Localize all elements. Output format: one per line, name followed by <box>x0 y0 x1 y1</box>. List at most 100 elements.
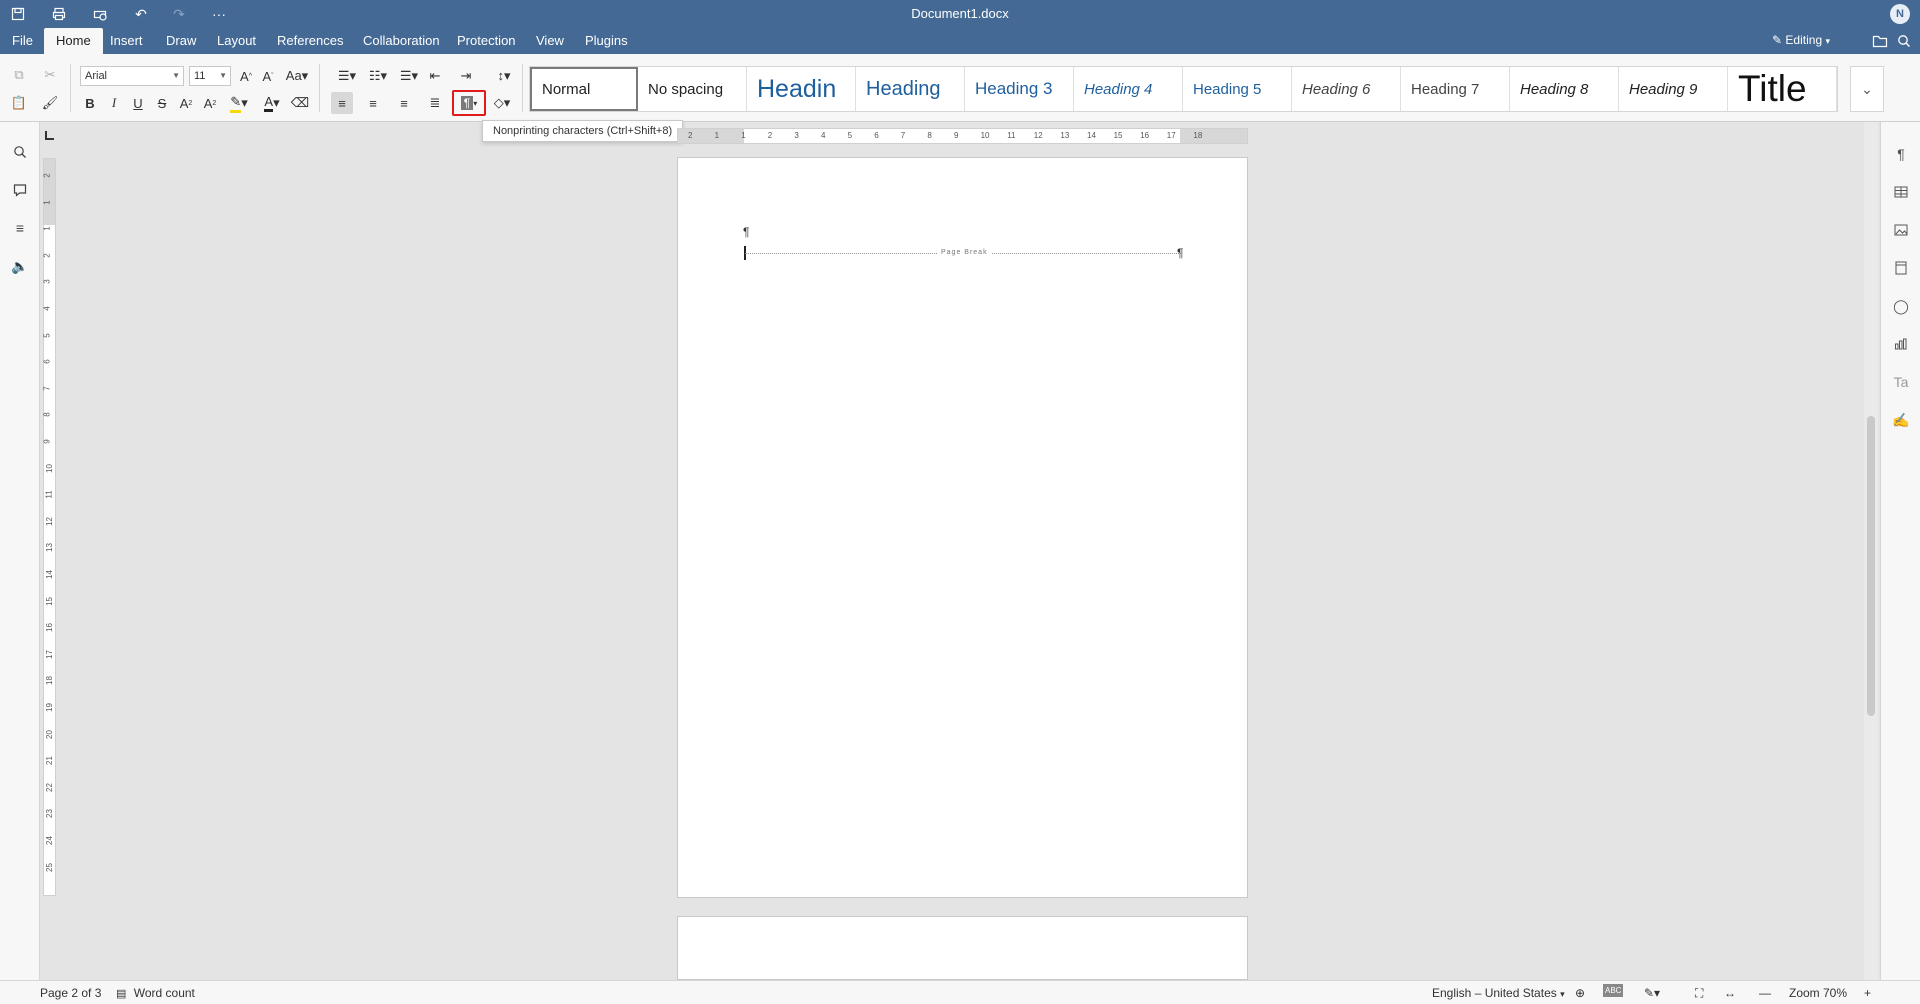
table-settings-icon[interactable] <box>1889 180 1913 204</box>
fit-page-icon[interactable]: ⛶ <box>1695 986 1703 1001</box>
style-heading-9[interactable]: Heading 9 <box>1619 67 1728 111</box>
font-name-select[interactable]: Arial ▼ <box>80 66 184 86</box>
tab-file[interactable]: File <box>2 28 43 54</box>
highlight-color-icon[interactable]: ✎ ▾ <box>225 92 253 114</box>
tab-collaboration[interactable]: Collaboration <box>353 28 450 54</box>
ruler-tick: 14 <box>1087 131 1096 140</box>
text-art-icon[interactable]: Ta <box>1889 370 1913 394</box>
style-heading-8[interactable]: Heading 8 <box>1510 67 1619 111</box>
globe-icon[interactable]: ⊕ <box>1575 986 1585 1000</box>
superscript-icon[interactable]: A2 <box>175 92 197 114</box>
horizontal-ruler[interactable]: 2 1 1 2 3 4 5 6 7 8 9 10 11 12 13 14 15 16 17 18 <box>677 128 1248 144</box>
style-normal[interactable]: Normal <box>530 67 638 111</box>
align-center-icon[interactable]: ≡ <box>362 92 384 114</box>
search-icon[interactable] <box>8 140 32 164</box>
ruler-tick: 19 <box>44 703 54 712</box>
chevron-down-icon: ▾ <box>1825 36 1830 46</box>
ruler-tick: 4 <box>42 306 52 311</box>
avatar[interactable]: N <box>1890 4 1910 24</box>
speaker-icon[interactable]: 🔈 <box>8 254 32 278</box>
justify-icon[interactable]: ≣ <box>424 92 446 114</box>
tab-selector-icon[interactable] <box>45 131 54 140</box>
increase-indent-icon[interactable]: ⇥ <box>455 65 477 87</box>
font-color-icon[interactable]: A ▾ <box>258 92 286 114</box>
vertical-ruler[interactable]: 2 1 1 2 3 4 5 6 7 8 9 10 11 12 13 14 15 16 17 18 19 20 21 22 23 2… <box>43 158 56 896</box>
style-no-spacing[interactable]: No spacing <box>638 67 747 111</box>
shape-settings-icon[interactable]: ◯ <box>1889 294 1913 318</box>
style-heading-1[interactable]: Headin <box>747 67 856 111</box>
bold-icon[interactable]: B <box>79 92 101 114</box>
zoom-out-icon[interactable]: — <box>1759 986 1771 1000</box>
ruler-tick: 22 <box>44 782 54 792</box>
style-heading-2[interactable]: Heading <box>856 67 965 111</box>
zoom-in-icon[interactable]: + <box>1864 986 1871 1000</box>
comments-icon[interactable] <box>8 178 32 202</box>
page-indicator[interactable]: Page 2 of 3 <box>40 986 101 1000</box>
styles-expand-button[interactable]: ⌄ <box>1850 66 1884 112</box>
vertical-scrollbar[interactable] <box>1864 122 1878 980</box>
strikethrough-icon[interactable]: S <box>151 92 173 114</box>
font-size-select[interactable]: 11 ▼ <box>189 66 231 86</box>
paragraph-settings-icon[interactable]: ¶ <box>1889 142 1913 166</box>
numbered-list-icon[interactable]: ☷▾ <box>364 65 392 87</box>
track-changes-icon[interactable]: ✎▾ <box>1644 986 1660 1000</box>
tab-layout[interactable]: Layout <box>207 28 266 54</box>
font-name-value: Arial <box>85 70 108 82</box>
status-bar: Page 2 of 3 ▤ Word count English – Unite… <box>0 980 1920 1004</box>
decrease-indent-icon[interactable]: ⇤ <box>424 65 446 87</box>
signature-icon[interactable]: ✍ <box>1889 408 1913 432</box>
tab-draw[interactable]: Draw <box>156 28 206 54</box>
document-page-next[interactable] <box>677 916 1248 980</box>
paste-icon[interactable]: 📋 <box>8 92 30 114</box>
tab-home[interactable]: Home <box>44 28 103 54</box>
spellcheck-icon[interactable]: ABC <box>1603 984 1624 997</box>
style-heading-5[interactable]: Heading 5 <box>1183 67 1292 111</box>
ruler-tick: 5 <box>847 131 853 140</box>
word-count-button[interactable]: ▤ Word count <box>116 986 195 1000</box>
style-heading-7[interactable]: Heading 7 <box>1401 67 1510 111</box>
style-heading-3[interactable]: Heading 3 <box>965 67 1074 111</box>
scrollbar-thumb[interactable] <box>1867 416 1875 716</box>
align-right-icon[interactable]: ≡ <box>393 92 415 114</box>
style-title[interactable]: Title <box>1728 67 1837 111</box>
ruler-tick: 14 <box>44 570 54 579</box>
editing-mode-button[interactable]: ✎ Editing ▾ <box>1772 33 1830 47</box>
increase-font-icon[interactable]: A ^ <box>235 65 257 87</box>
copy-icon[interactable]: ⧉ <box>8 64 30 86</box>
bullet-list-icon[interactable]: ☰▾ <box>333 65 361 87</box>
fit-width-icon[interactable]: ↔ <box>1724 986 1736 1000</box>
line-spacing-icon[interactable]: ↕▾ <box>490 65 518 87</box>
zoom-level[interactable]: Zoom 70% <box>1789 986 1847 1000</box>
header-footer-icon[interactable] <box>1889 256 1913 280</box>
align-left-icon[interactable]: ≡ <box>331 92 353 114</box>
search-icon[interactable] <box>1894 32 1914 50</box>
image-settings-icon[interactable] <box>1889 218 1913 242</box>
nonprinting-characters-button[interactable]: ¶ ▾ <box>452 90 486 116</box>
tab-view[interactable]: View <box>526 28 574 54</box>
navigation-icon[interactable]: ≡ <box>8 216 32 240</box>
multilevel-list-icon[interactable]: ☰▾ <box>395 65 423 87</box>
tab-plugins[interactable]: Plugins <box>575 28 638 54</box>
ruler-tick: 6 <box>874 131 879 140</box>
format-painter-icon[interactable]: 🖌 <box>39 92 61 114</box>
language-select[interactable]: English – United States ▾ <box>1432 986 1565 1000</box>
open-file-location-icon[interactable] <box>1870 32 1890 50</box>
ruler-tick: 15 <box>1113 131 1123 140</box>
ruler-tick: 1 <box>714 131 720 140</box>
clear-formatting-icon[interactable]: ⌫ <box>289 92 311 114</box>
change-case-icon[interactable]: Aa▾ <box>282 65 312 87</box>
document-page[interactable] <box>677 157 1248 898</box>
subscript-icon[interactable]: A2 <box>199 92 221 114</box>
tab-references[interactable]: References <box>267 28 353 54</box>
style-heading-6[interactable]: Heading 6 <box>1292 67 1401 111</box>
cut-icon[interactable]: ✂ <box>39 64 61 86</box>
underline-icon[interactable]: U <box>127 92 149 114</box>
italic-icon[interactable]: I <box>103 92 125 114</box>
ruler-tick: 12 <box>1033 131 1043 140</box>
chart-settings-icon[interactable] <box>1889 332 1913 356</box>
shading-icon[interactable]: ◇▾ <box>488 92 516 114</box>
decrease-font-icon[interactable]: Aˇ <box>257 65 279 87</box>
tab-protection[interactable]: Protection <box>447 28 526 54</box>
style-heading-4[interactable]: Heading 4 <box>1074 67 1183 111</box>
tab-insert[interactable]: Insert <box>100 28 153 54</box>
